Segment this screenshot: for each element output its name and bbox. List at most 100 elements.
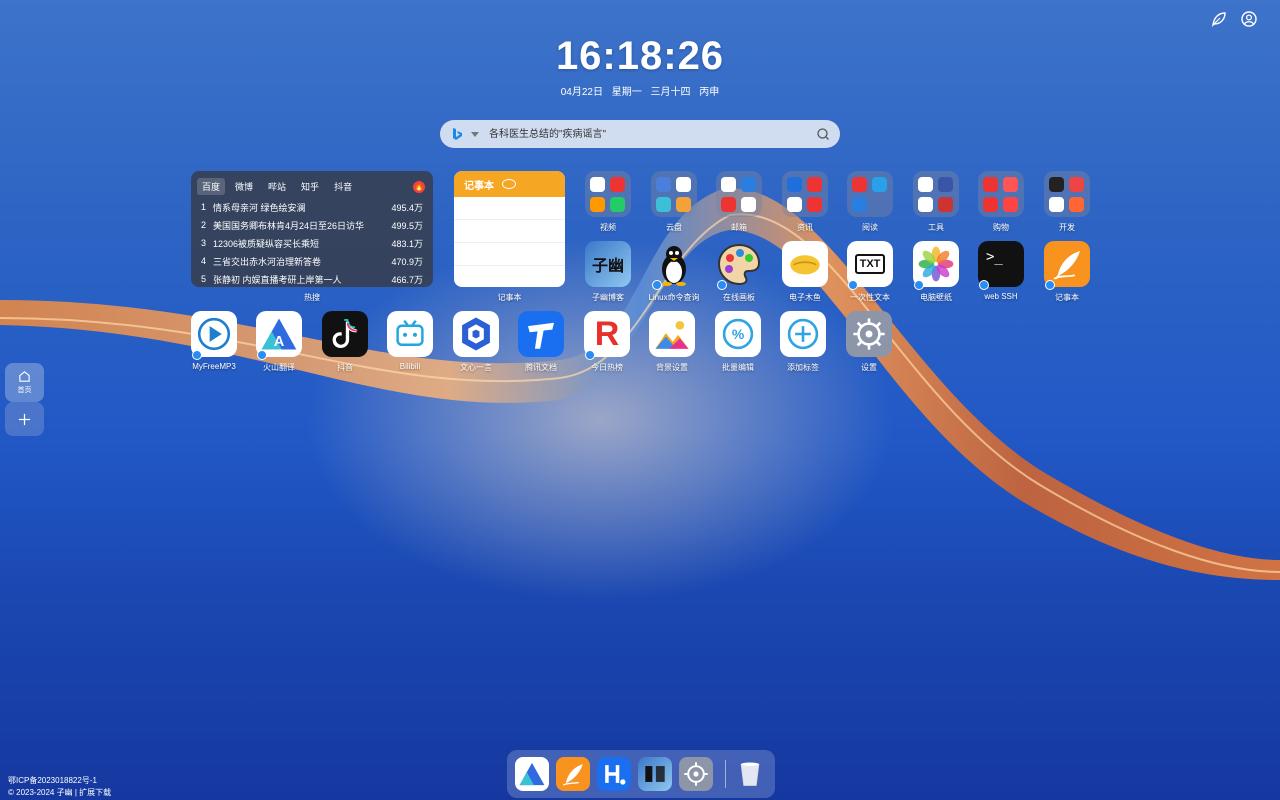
copyright-text[interactable]: © 2023-2024 子幽 | 扩展下载 bbox=[8, 787, 111, 798]
tab-bilibili[interactable]: 哔站 bbox=[263, 178, 291, 195]
hot-rank: 2 bbox=[201, 220, 207, 230]
app-icon bbox=[1049, 196, 1064, 212]
github-icon bbox=[1049, 176, 1064, 192]
icp-text[interactable]: 鄂ICP备2023018822号-1 bbox=[8, 775, 97, 786]
hot-search-label: 热搜 bbox=[304, 293, 320, 302]
folder-mail[interactable] bbox=[716, 171, 762, 217]
trash-icon[interactable] bbox=[733, 757, 767, 791]
link-badge-icon bbox=[257, 350, 267, 360]
app-label: 记事本 bbox=[1055, 293, 1079, 302]
folder-label: 资讯 bbox=[797, 223, 813, 232]
hot-item[interactable]: 4 三省交出赤水河治理新答卷 470.9万 bbox=[191, 252, 433, 270]
app-icon bbox=[918, 176, 933, 192]
app-label: 腾讯文档 bbox=[525, 363, 557, 372]
folder-news[interactable] bbox=[782, 171, 828, 217]
settings-gear-icon[interactable] bbox=[846, 311, 892, 357]
home-icon bbox=[19, 371, 30, 382]
wallpaper-settings-icon[interactable] bbox=[649, 311, 695, 357]
app-icon bbox=[852, 176, 867, 192]
tab-douyin[interactable]: 抖音 bbox=[329, 178, 357, 195]
dock-notepad-icon[interactable] bbox=[556, 757, 590, 791]
app-icon bbox=[918, 196, 933, 212]
hot-value: 466.7万 bbox=[391, 274, 423, 285]
eye-icon[interactable] bbox=[502, 179, 516, 189]
folder-cloud[interactable] bbox=[651, 171, 697, 217]
bilibili-icon[interactable] bbox=[387, 311, 433, 357]
app-icon bbox=[938, 196, 953, 212]
link-badge-icon bbox=[914, 280, 924, 290]
folder-tools[interactable] bbox=[913, 171, 959, 217]
app-icon bbox=[872, 176, 887, 192]
search-bar bbox=[440, 120, 840, 148]
hot-item[interactable]: 1 情系母亲河 绿色绘安澜 495.4万 bbox=[191, 198, 433, 216]
app-icon bbox=[1069, 176, 1084, 192]
blog-icon[interactable]: 子幽 bbox=[585, 241, 631, 287]
app-icon bbox=[676, 176, 691, 192]
sidebar-item-home[interactable]: 首页 bbox=[5, 363, 44, 402]
app-icon bbox=[983, 176, 998, 192]
hot-item[interactable]: 2 美国国务卿布林肯4月24日至26日访华 499.5万 bbox=[191, 216, 433, 234]
folder-label: 视频 bbox=[600, 223, 616, 232]
app-label: Linux命令查询 bbox=[648, 293, 700, 302]
link-badge-icon bbox=[717, 280, 727, 290]
app-icon bbox=[983, 196, 998, 212]
hot-value: 483.1万 bbox=[391, 238, 423, 249]
clock-date: 04月22日 星期一 三月十四 丙申 bbox=[0, 83, 1280, 98]
hot-rank: 5 bbox=[201, 274, 207, 284]
folder-label: 邮箱 bbox=[731, 223, 747, 232]
app-icon bbox=[610, 176, 625, 192]
app-icon bbox=[1069, 196, 1084, 212]
dock-settings-icon[interactable] bbox=[679, 757, 713, 791]
douyin-icon[interactable] bbox=[322, 311, 368, 357]
app-label: 火山翻译 bbox=[263, 363, 295, 372]
app-label: 今日热榜 bbox=[591, 363, 623, 372]
sidebar-add-button[interactable] bbox=[5, 402, 44, 436]
wenxin-icon[interactable] bbox=[453, 311, 499, 357]
app-icon bbox=[938, 176, 953, 192]
app-icon bbox=[656, 176, 671, 192]
tab-baidu[interactable]: 百度 bbox=[197, 178, 226, 195]
dock-h-app-icon[interactable] bbox=[597, 757, 631, 791]
blog-icon-text: 子幽 bbox=[591, 256, 624, 275]
dock-translate-icon[interactable] bbox=[515, 757, 549, 791]
leaf-icon[interactable] bbox=[1210, 10, 1228, 28]
notepad-title: 记事本 bbox=[464, 180, 494, 192]
app-icon bbox=[1003, 196, 1018, 212]
search-icon[interactable] bbox=[816, 127, 830, 141]
app-icon bbox=[807, 196, 822, 212]
folder-reading[interactable] bbox=[847, 171, 893, 217]
link-badge-icon bbox=[1045, 280, 1055, 290]
app-label: 背景设置 bbox=[656, 363, 688, 372]
app-icon bbox=[610, 196, 625, 212]
tab-weibo[interactable]: 微博 bbox=[230, 178, 258, 195]
hot-item[interactable]: 3 12306被质疑纵容买长乘短 483.1万 bbox=[191, 234, 433, 252]
app-icon bbox=[807, 176, 822, 192]
app-label: 一次性文本 bbox=[850, 293, 890, 302]
translate-icon-text: A bbox=[274, 334, 285, 350]
wooden-fish-icon[interactable] bbox=[782, 241, 828, 287]
hot-item[interactable]: 5 张静初 内娱直播考研上岸第一人 466.7万 bbox=[191, 270, 433, 287]
engine-dropdown-icon[interactable] bbox=[471, 131, 479, 137]
user-icon[interactable] bbox=[1240, 10, 1258, 28]
folder-video[interactable] bbox=[585, 171, 631, 217]
folder-label: 购物 bbox=[993, 223, 1009, 232]
bing-icon[interactable] bbox=[450, 127, 464, 141]
app-label: web SSH bbox=[984, 292, 1018, 301]
link-badge-icon bbox=[848, 280, 858, 290]
search-input[interactable] bbox=[487, 127, 816, 141]
hot-title: 美国国务卿布林肯4月24日至26日访华 bbox=[213, 220, 365, 231]
hot-rank: 4 bbox=[201, 256, 207, 266]
folder-dev[interactable] bbox=[1044, 171, 1090, 217]
app-icon bbox=[741, 196, 756, 212]
app-label: 电脑壁纸 bbox=[920, 293, 952, 302]
tab-zhihu[interactable]: 知乎 bbox=[296, 178, 324, 195]
batch-edit-icon[interactable]: % bbox=[715, 311, 761, 357]
hot-title: 情系母亲河 绿色绘安澜 bbox=[213, 202, 306, 213]
tencent-docs-icon[interactable] bbox=[518, 311, 564, 357]
dock-divider bbox=[725, 760, 726, 788]
batch-icon-text: % bbox=[732, 326, 744, 342]
add-tag-icon[interactable] bbox=[780, 311, 826, 357]
folder-shopping[interactable] bbox=[978, 171, 1024, 217]
notepad-widget[interactable]: 记事本 bbox=[454, 171, 565, 287]
dock-blog-icon[interactable] bbox=[638, 757, 672, 791]
